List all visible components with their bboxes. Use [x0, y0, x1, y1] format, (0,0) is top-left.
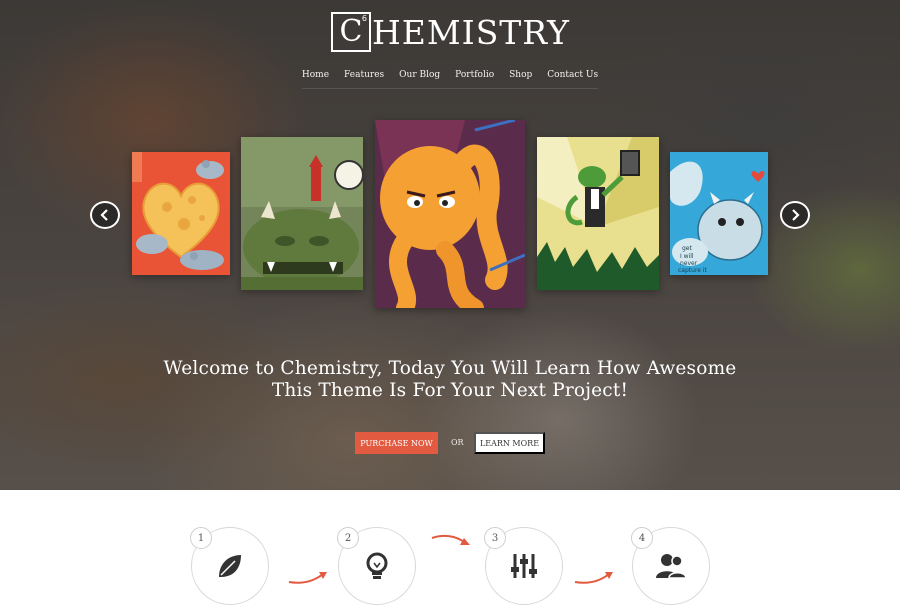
users-icon	[656, 554, 687, 579]
leaf-icon	[219, 555, 241, 577]
sliders-icon	[511, 554, 537, 578]
nav-item-features[interactable]: Features	[344, 70, 384, 80]
lizard-tablet-illustration	[537, 137, 659, 290]
logo-number: 6	[361, 14, 367, 23]
welcome-heading: Welcome to Chemistry, Today You Will Lea…	[0, 358, 900, 402]
nav-item-shop[interactable]: Shop	[509, 70, 532, 80]
svg-text:I will: I will	[680, 253, 694, 260]
main-nav: Home Features Our Blog Portfolio Shop Co…	[0, 70, 900, 89]
chevron-left-icon	[100, 209, 108, 221]
nav-item-contact-us[interactable]: Contact Us	[547, 70, 598, 80]
cheese-heart-illustration	[132, 152, 230, 275]
step-4-number: 4	[631, 527, 653, 549]
carousel-prev-button[interactable]	[90, 201, 120, 229]
site-logo[interactable]: C 6 HEMISTRY	[331, 10, 571, 54]
carousel-slide-4[interactable]	[537, 137, 659, 290]
orange-octopus-illustration	[375, 120, 525, 308]
blue-monsters-illustration: get I will never capture it	[670, 152, 768, 275]
green-monster-illustration	[241, 137, 363, 290]
learn-more-button[interactable]: LEARN MORE	[474, 432, 545, 454]
or-separator: OR	[451, 438, 464, 447]
carousel-slide-2[interactable]	[241, 137, 363, 290]
step-1-number: 1	[190, 527, 212, 549]
svg-text:capture it: capture it	[678, 267, 708, 274]
chevron-right-icon	[792, 209, 800, 221]
welcome-line-1: Welcome to Chemistry, Today You Will Lea…	[163, 358, 737, 379]
svg-text:get: get	[682, 245, 693, 252]
carousel-slide-3[interactable]	[375, 120, 525, 308]
svg-text:never: never	[680, 260, 698, 267]
step-arrow-3	[574, 572, 613, 584]
step-3-number: 3	[484, 527, 506, 549]
step-arrow-2	[431, 534, 470, 545]
logo-text: HEMISTRY	[372, 12, 570, 52]
steps-section: 1 2 3 4	[0, 490, 900, 605]
purchase-now-button[interactable]: PURCHASE NOW	[355, 432, 438, 454]
step-arrow-1	[288, 572, 327, 584]
carousel-next-button[interactable]	[780, 201, 810, 229]
nav-item-portfolio[interactable]: Portfolio	[455, 70, 494, 80]
hero-section: C 6 HEMISTRY Home Features Our Blog Port…	[0, 0, 900, 490]
carousel-slide-1[interactable]	[132, 152, 230, 275]
logo-letter: C	[339, 14, 363, 49]
nav-item-home[interactable]: Home	[302, 70, 329, 80]
step-2-number: 2	[337, 527, 359, 549]
lightbulb-icon	[366, 552, 388, 579]
carousel-slide-5[interactable]: get I will never capture it	[670, 152, 768, 275]
logo-element-box: C 6	[331, 12, 371, 52]
nav-item-our-blog[interactable]: Our Blog	[399, 70, 440, 80]
welcome-line-2: This Theme Is For Your Next Project!	[271, 380, 629, 401]
